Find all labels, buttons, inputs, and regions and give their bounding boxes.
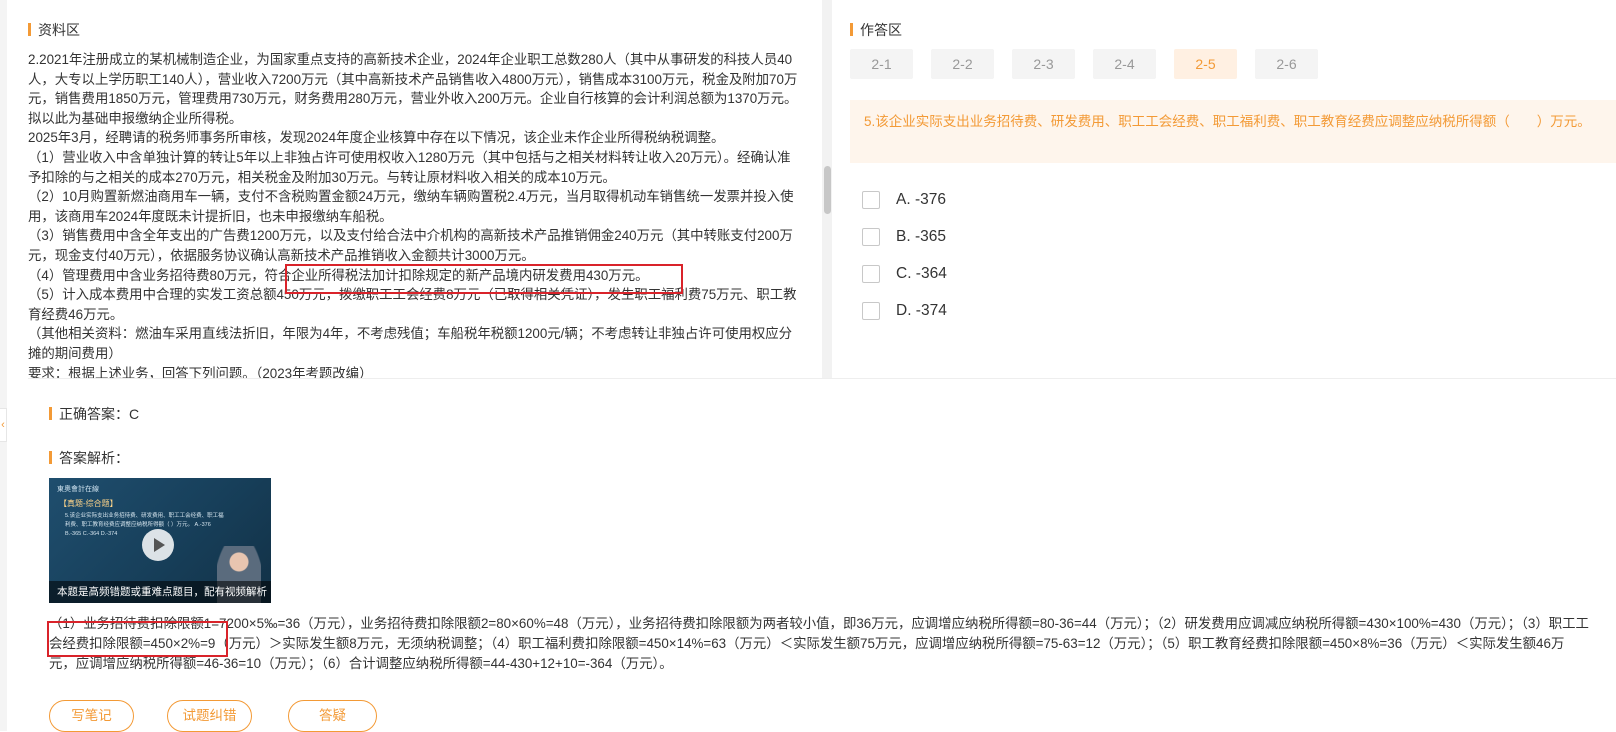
option-checkbox[interactable]	[862, 302, 880, 320]
answer-area-title: 作答区	[850, 20, 902, 40]
answer-area-title-text: 作答区	[860, 22, 902, 38]
option-b[interactable]: B. -365	[862, 228, 946, 246]
option-label: B. -365	[896, 228, 946, 245]
tab-2-5[interactable]: 2-5	[1174, 49, 1237, 79]
tab-2-2[interactable]: 2-2	[931, 49, 994, 79]
video-caption: 本题是高频错题或重难点题目，配有视频解析	[49, 581, 271, 603]
play-icon[interactable]	[142, 529, 174, 561]
question-tabs: 2-1 2-2 2-3 2-4 2-5 2-6	[850, 49, 1318, 79]
video-player[interactable]: 東奧會計在線 【真题-综合题】 5.该企业实际支出业务招待费、研发费用、职工工会…	[49, 478, 271, 603]
video-logo: 東奧會計在線	[57, 486, 99, 493]
highlight-box-material	[285, 264, 683, 294]
tab-2-1[interactable]: 2-1	[850, 49, 913, 79]
tab-2-6[interactable]: 2-6	[1255, 49, 1318, 79]
correct-answer: 正确答案：C	[49, 404, 139, 424]
material-title: 资料区	[28, 20, 80, 40]
analysis-title-text: 答案解析：	[59, 450, 129, 466]
option-d[interactable]: D. -374	[862, 302, 947, 320]
material-paragraph: （3）销售费用中含全年支出的广告费1200万元，以及支付给合法中介机构的高新技术…	[28, 228, 793, 263]
material-paragraph: 要求：根据上述业务，回答下列问题。（2023年考题改编）	[28, 365, 373, 379]
ask-question-button[interactable]: 答疑	[288, 700, 377, 732]
analysis-explanation: （1）业务招待费扣除限额1=7200×5‰=36（万元），业务招待费扣除限额2=…	[49, 616, 1589, 671]
material-paragraph: 2.2021年注册成立的某机械制造企业，为国家重点支持的高新技术企业，2024年…	[28, 52, 798, 126]
option-c[interactable]: C. -364	[862, 265, 947, 283]
option-checkbox[interactable]	[862, 191, 880, 209]
report-error-button[interactable]: 试题纠错	[167, 700, 252, 732]
material-paragraph: （其他相关资料：燃油车采用直线法折旧，年限为4年，不考虑残值；车船税年税额120…	[28, 326, 793, 361]
material-title-text: 资料区	[38, 22, 80, 38]
collapse-handle[interactable]: ‹	[0, 408, 7, 442]
option-checkbox[interactable]	[862, 228, 880, 246]
tab-2-3[interactable]: 2-3	[1012, 49, 1075, 79]
left-edge	[0, 0, 7, 731]
material-scrollbar-thumb[interactable]	[824, 166, 831, 214]
material-content: 2.2021年注册成立的某机械制造企业，为国家重点支持的高新技术企业，2024年…	[28, 50, 801, 378]
material-paragraph: 2025年3月，经聘请的税务师事务所审核，发现2024年度企业核算中存在以下情况…	[28, 130, 725, 146]
question-stem: 5.该企业实际支出业务招待费、研发费用、职工工会经费、职工福利费、职工教育经费应…	[850, 100, 1616, 163]
option-label: C. -364	[896, 265, 947, 282]
highlight-box-analysis	[47, 621, 228, 657]
section-divider	[28, 378, 1616, 379]
correct-answer-value: C	[129, 406, 140, 422]
option-label: D. -374	[896, 302, 947, 319]
option-label: A. -376	[896, 191, 946, 208]
option-checkbox[interactable]	[862, 265, 880, 283]
material-paragraph: （1）营业收入中含单独计算的转让5年以上非独占许可使用权收入1280万元（其中包…	[28, 149, 791, 185]
write-note-button[interactable]: 写笔记	[49, 700, 134, 732]
analysis-title: 答案解析：	[49, 448, 129, 468]
video-heading: 【真题-综合题】	[59, 499, 118, 508]
correct-answer-label: 正确答案：	[59, 406, 129, 422]
tab-2-4[interactable]: 2-4	[1093, 49, 1156, 79]
material-paragraph: （2）10月购置新燃油商用车一辆，支付不含税购置金额24万元，缴纳车辆购置税2.…	[28, 189, 794, 224]
option-a[interactable]: A. -376	[862, 191, 946, 209]
